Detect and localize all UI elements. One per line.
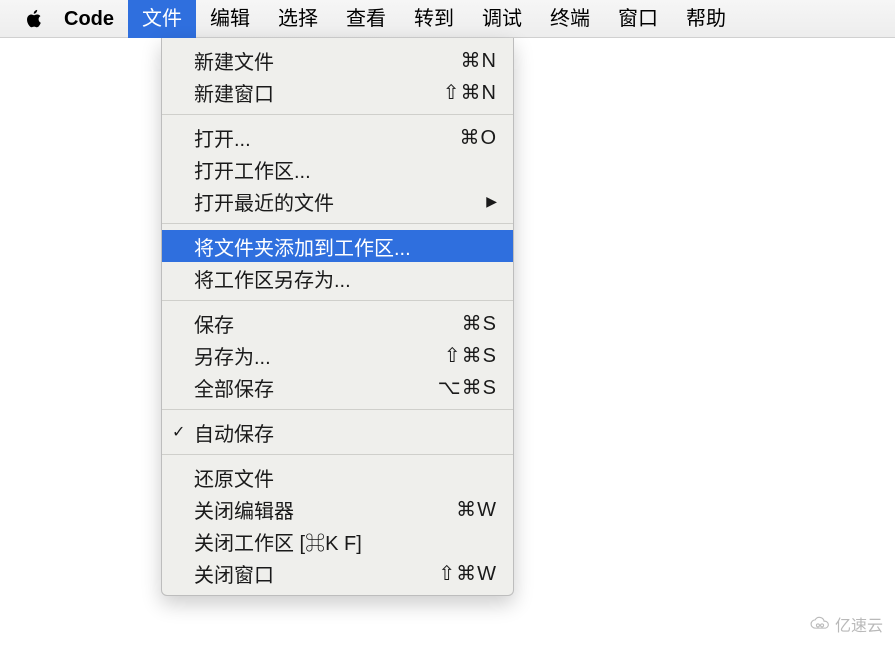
apple-icon[interactable] <box>18 0 50 38</box>
menu-item-label: 新建窗口 <box>194 78 443 107</box>
menu-open[interactable]: 打开... ⌘O <box>162 121 513 153</box>
menu-terminal[interactable]: 终端 <box>536 0 604 38</box>
menu-save-workspace-as[interactable]: 将工作区另存为... <box>162 262 513 294</box>
menu-view[interactable]: 查看 <box>332 0 400 38</box>
watermark: 亿速云 <box>809 612 883 636</box>
menu-window[interactable]: 窗口 <box>604 0 672 38</box>
menu-new-file[interactable]: 新建文件 ⌘N <box>162 44 513 76</box>
menu-selection[interactable]: 选择 <box>264 0 332 38</box>
menu-go[interactable]: 转到 <box>400 0 468 38</box>
menubar: Code 文件 编辑 选择 查看 转到 调试 终端 窗口 帮助 <box>0 0 895 38</box>
menu-close-window[interactable]: 关闭窗口 ⇧⌘W <box>162 557 513 589</box>
menu-revert-file[interactable]: 还原文件 <box>162 461 513 493</box>
menu-item-label: 将工作区另存为... <box>194 264 497 293</box>
menu-new-window[interactable]: 新建窗口 ⇧⌘N <box>162 76 513 108</box>
menu-separator <box>162 114 513 115</box>
menu-add-folder-to-workspace[interactable]: 将文件夹添加到工作区... <box>162 230 513 262</box>
menu-debug[interactable]: 调试 <box>468 0 536 38</box>
menu-save-as[interactable]: 另存为... ⇧⌘S <box>162 339 513 371</box>
file-dropdown: 新建文件 ⌘N 新建窗口 ⇧⌘N 打开... ⌘O 打开工作区... 打开最近的… <box>161 38 514 596</box>
menu-item-label: 自动保存 <box>194 418 497 447</box>
menu-close-workspace[interactable]: 关闭工作区 [⌘K F] <box>162 525 513 557</box>
menu-auto-save[interactable]: ✓ 自动保存 <box>162 416 513 448</box>
menu-separator <box>162 223 513 224</box>
menu-open-workspace[interactable]: 打开工作区... <box>162 153 513 185</box>
menu-item-shortcut: ⌘W <box>456 497 497 522</box>
menu-item-label: 关闭窗口 <box>194 559 438 588</box>
menu-save[interactable]: 保存 ⌘S <box>162 307 513 339</box>
menu-save-all[interactable]: 全部保存 ⌥⌘S <box>162 371 513 403</box>
menu-item-shortcut: ⇧⌘W <box>438 561 497 586</box>
menu-item-shortcut: ⌘S <box>462 311 497 336</box>
menu-item-label: 关闭工作区 [⌘K F] <box>194 527 497 556</box>
menu-separator <box>162 454 513 455</box>
check-icon: ✓ <box>172 422 185 442</box>
menu-item-shortcut: ⌘O <box>459 125 497 150</box>
menu-item-label: 将文件夹添加到工作区... <box>194 232 497 261</box>
menu-item-shortcut: ⇧⌘N <box>443 80 497 105</box>
menu-item-label: 保存 <box>194 309 462 338</box>
menu-item-label: 打开... <box>194 123 459 152</box>
chevron-right-icon: ▶ <box>486 193 497 210</box>
watermark-text: 亿速云 <box>835 612 883 636</box>
menu-open-recent[interactable]: 打开最近的文件 ▶ <box>162 185 513 217</box>
menu-item-label: 关闭编辑器 <box>194 495 456 524</box>
menu-file[interactable]: 文件 <box>128 0 196 38</box>
cloud-icon <box>809 616 831 632</box>
menu-item-shortcut: ⌘N <box>461 48 497 73</box>
menu-item-label: 全部保存 <box>194 373 438 402</box>
menu-item-label: 另存为... <box>194 341 444 370</box>
menu-item-shortcut: ⌥⌘S <box>438 375 497 400</box>
menu-close-editor[interactable]: 关闭编辑器 ⌘W <box>162 493 513 525</box>
menu-separator <box>162 300 513 301</box>
app-name: Code <box>50 0 128 38</box>
menu-edit[interactable]: 编辑 <box>196 0 264 38</box>
menu-help[interactable]: 帮助 <box>672 0 740 38</box>
menu-item-label: 打开工作区... <box>194 155 497 184</box>
menu-item-label: 打开最近的文件 <box>194 187 486 216</box>
menu-item-shortcut: ⇧⌘S <box>444 343 497 368</box>
menu-item-label: 还原文件 <box>194 463 497 492</box>
menu-separator <box>162 409 513 410</box>
menu-item-label: 新建文件 <box>194 46 461 75</box>
